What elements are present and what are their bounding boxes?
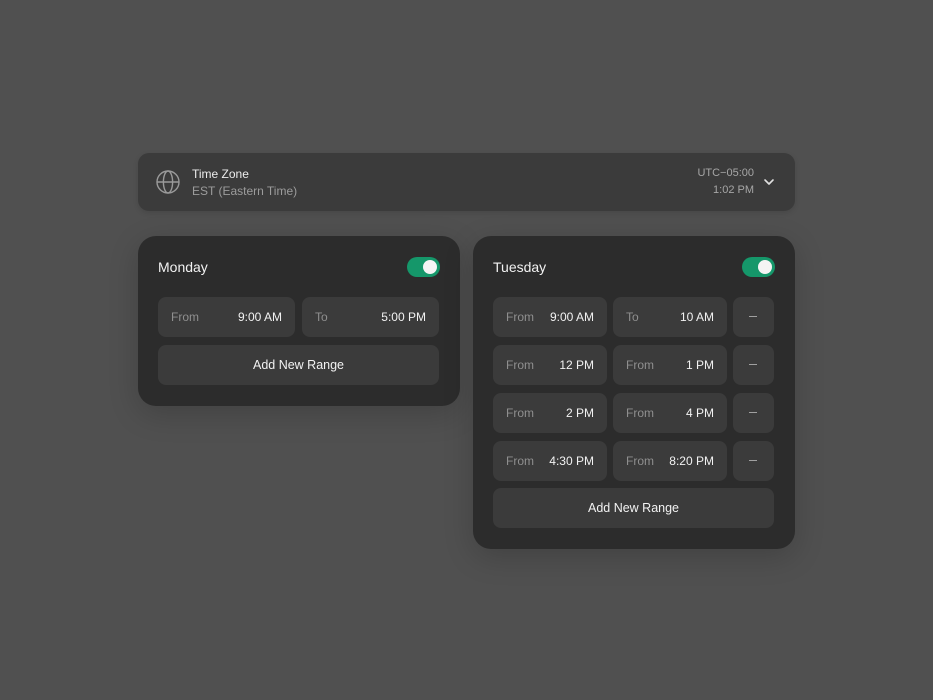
day-enabled-toggle[interactable] [742,257,775,277]
range-end-field[interactable]: From 1 PM [613,345,727,385]
field-label: From [506,358,534,372]
field-label: From [626,358,654,372]
field-label: From [506,454,534,468]
timezone-selector[interactable]: Time Zone EST (Eastern Time) UTC−05:00 1… [138,153,795,211]
minus-icon [749,460,757,461]
field-label: From [506,310,534,324]
field-label: From [626,454,654,468]
timezone-current-time: 1:02 PM [713,184,754,196]
chevron-down-icon[interactable] [762,175,776,189]
field-value: 5:00 PM [381,310,426,324]
day-enabled-toggle[interactable] [407,257,440,277]
field-value: 9:00 AM [549,310,594,324]
field-label: From [506,406,534,420]
day-card-monday: Monday From 9:00 AM To 5:00 PM Add New R… [138,236,460,406]
field-value: 12 PM [559,358,594,372]
day-title: Monday [158,259,208,275]
minus-icon [749,316,757,317]
field-label: To [626,310,639,324]
range-end-field[interactable]: From 8:20 PM [613,441,727,481]
field-value: 10 AM [679,310,714,324]
range-end-field[interactable]: To 5:00 PM [302,297,439,337]
field-label: From [171,310,199,324]
range-end-field[interactable]: From 4 PM [613,393,727,433]
add-new-range-button[interactable]: Add New Range [493,488,774,528]
remove-range-button[interactable] [733,297,774,337]
day-title: Tuesday [493,259,547,275]
range-start-field[interactable]: From 9:00 AM [158,297,295,337]
minus-icon [749,412,757,413]
add-new-range-button[interactable]: Add New Range [158,345,439,385]
field-value: 2 PM [565,406,594,420]
field-value: 8:20 PM [669,454,714,468]
remove-range-button[interactable] [733,441,774,481]
remove-range-button[interactable] [733,393,774,433]
day-card-tuesday: Tuesday From 9:00 AM To 10 AM From 12 PM… [473,236,795,549]
remove-range-button[interactable] [733,345,774,385]
field-value: 4 PM [685,406,714,420]
field-value: 9:00 AM [237,310,282,324]
field-label: To [315,310,328,324]
field-value: 4:30 PM [549,454,594,468]
timezone-label: Time Zone [192,167,249,181]
toggle-knob [758,260,772,274]
timezone-offset: UTC−05:00 [697,167,754,179]
minus-icon [749,364,757,365]
range-start-field[interactable]: From 12 PM [493,345,607,385]
field-value: 1 PM [685,358,714,372]
timezone-value: EST (Eastern Time) [192,184,298,198]
range-start-field[interactable]: From 4:30 PM [493,441,607,481]
range-end-field[interactable]: To 10 AM [613,297,727,337]
globe-icon [156,170,180,194]
range-start-field[interactable]: From 2 PM [493,393,607,433]
range-start-field[interactable]: From 9:00 AM [493,297,607,337]
field-label: From [626,406,654,420]
toggle-knob [423,260,437,274]
